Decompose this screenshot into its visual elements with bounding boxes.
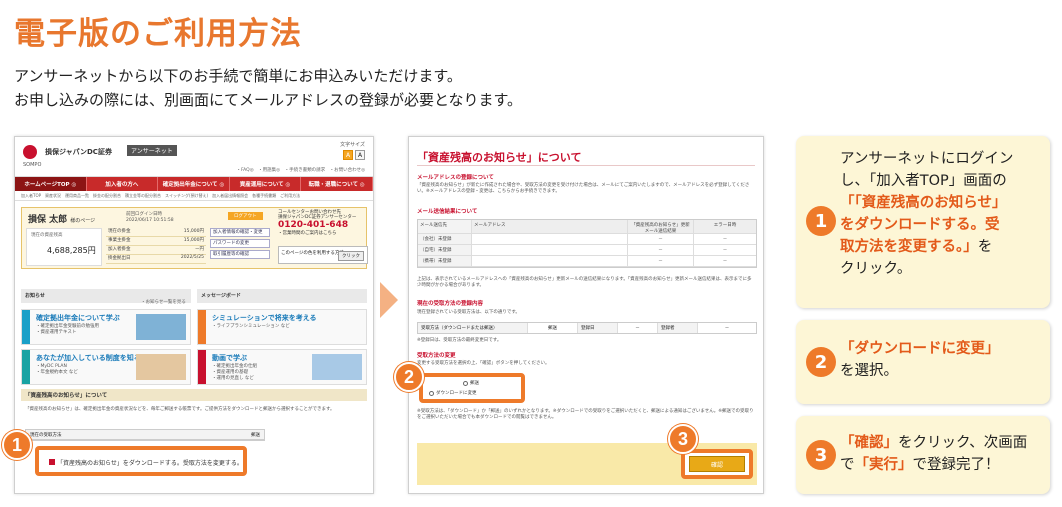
nav-job-change[interactable]: 転職・退職について ◎: [301, 177, 373, 191]
step-text: アンサーネットにログイン し、「加入者TOP」画面の 「「資産残高のお知らせ」 …: [840, 151, 1014, 277]
card-plan[interactable]: あなたが加入している制度を知る ・MyDC PLAN ・年金規約本文 など: [21, 349, 191, 385]
asset-value: 4,688,285円: [47, 246, 96, 255]
member-info-button[interactable]: 加入者情報の確認・変更: [210, 228, 270, 237]
top-links[interactable]: ・FAQ◎ ・用語集◎ ・手続き書類の請求 ・お問い合わせ◎: [237, 167, 366, 173]
title-divider: [417, 165, 755, 166]
table-row: 現在の受取方法 郵送: [26, 430, 264, 440]
call-center: コールセンターお問い合わせ先 損保ジャパンDC証券アンサーセンター 0120-4…: [278, 210, 368, 236]
mobile-click-button[interactable]: クリック: [338, 251, 364, 261]
bullet-icon: [49, 459, 55, 465]
mail-text: 「資産残高のお知らせ」が新たに作成された場合や、受取方法の変更を受け付けた場合は…: [417, 183, 750, 194]
brand-name: 損保ジャパンDC証券: [45, 148, 112, 156]
result-text: 上記は、表示されているメールアドレスへの「資産残高のお知らせ」更新メールの送信結…: [417, 277, 752, 288]
step-number: 3: [806, 440, 836, 470]
download-change-link[interactable]: 「資産残高のお知らせ」をダウンロードする。受取方法を変更する。: [49, 458, 243, 467]
step-badge-1: 1: [2, 430, 32, 460]
contribution-table: 現在の掛金 15,000円 事業主掛金 15,000円 加入者掛金 ー円 掛金拠出日 2…: [106, 228, 206, 264]
change-text: 変更する受取方法を選択の上、「確認」ボタンを押してください。: [417, 361, 550, 366]
intro-line-2: お申し込みの際には、別画面にてメールアドレスの登録が必要となります。: [14, 91, 523, 109]
step-text: 「ダウンロードに変更」 を選択。: [840, 341, 1000, 379]
notice-body: 「資産残高のお知らせ」は、確定拠出年金の資産状況などを、毎年ご郵送する帳票です。…: [25, 407, 335, 412]
sompo-logo-icon: [23, 145, 37, 159]
radio-highlight: 郵送 ダウンロードに変更: [419, 373, 525, 403]
font-size-label: 文字サイズ: [340, 142, 365, 148]
card-learn[interactable]: 確定拠出年金について学ぶ ・確定拠出年金受験前の勉強用 ・資産運用テキスト: [21, 309, 191, 345]
step-number: 2: [806, 347, 836, 377]
logout-button[interactable]: ログアウト: [228, 212, 263, 220]
nav-home[interactable]: ホームページTOP ◎: [15, 177, 87, 191]
font-size-buttons: A A: [343, 150, 365, 160]
hours-link[interactable]: ・営業時間のご案内はこちら: [278, 231, 368, 236]
current-heading: 現在の受取方法の登録内容: [417, 301, 484, 307]
card-video[interactable]: 動画で学ぶ ・確定拠出年金の仕組 ・資産運用の基礎 ・運用の見直し など: [197, 349, 367, 385]
card-thumbnail: [136, 314, 186, 340]
table-row: （会社）未登録－－: [418, 234, 756, 245]
font-small-button[interactable]: A: [343, 150, 353, 160]
confirm-button[interactable]: 確認: [689, 456, 745, 472]
next-arrow-icon: [380, 282, 398, 318]
video-thumbnail: [312, 354, 362, 380]
section-heads: お知らせ メッセージボード: [21, 289, 367, 303]
radio-download[interactable]: ダウンロードに変更: [429, 390, 477, 396]
step-text: 「確認」をクリック、次画面 で「実行」で登録完了！: [840, 435, 1028, 473]
current-method-row: 受取方法（ダウンロードまたは郵送） 郵送 登録日 － 登録者 －: [417, 322, 757, 334]
screenshot-member-top: SOMPO 損保ジャパンDC証券 アンサーネット 文字サイズ A A ・FAQ◎…: [14, 136, 374, 494]
message-heading: メッセージボード: [197, 289, 367, 303]
phone-number: 0120-401-648: [278, 220, 349, 230]
password-button[interactable]: パスワードの変更: [210, 239, 270, 248]
answer-net-badge: アンサーネット: [127, 145, 177, 156]
side-buttons: 加入者情報の確認・変更 パスワードの変更 取引履歴等の確認: [210, 228, 270, 261]
radio-mail[interactable]: 郵送: [429, 380, 479, 386]
font-large-button[interactable]: A: [355, 150, 365, 160]
mail-heading: メールアドレスの登録について: [417, 175, 494, 181]
mobile-box: このページの色を利用する方法 クリック: [278, 246, 368, 264]
notes-text: ※受取方法は、「ダウンロード」か「郵送」のいずれかとなります。※ダウンロードでの…: [417, 409, 754, 420]
step-card-3: 3 「確認」をクリック、次画面 で「実行」で登録完了！: [796, 416, 1050, 494]
method-table: 現在の受取方法 郵送: [25, 429, 265, 441]
asset-box: 現在の資産残高 4,688,285円: [26, 228, 102, 266]
change-heading: 受取方法の変更: [417, 353, 456, 359]
nav-dc[interactable]: 確定拠出年金について ◎: [158, 177, 230, 191]
card-simulation[interactable]: シミュレーションで将来を考える ・ライフプランシミュレーション など: [197, 309, 367, 345]
result-heading: メール送信結果について: [417, 209, 478, 215]
notice-heading: 「資産残高のお知らせ」について: [21, 389, 367, 401]
step-badge-2: 2: [394, 362, 424, 392]
download-link-highlight[interactable]: 「資産残高のお知らせ」をダウンロードする。受取方法を変更する。: [35, 446, 247, 476]
more-news-link[interactable]: ・お知らせ一覧を見る: [141, 299, 186, 305]
table-row: 加入者掛金 ー円: [106, 246, 206, 255]
step-card-1: 1 アンサーネットにログイン し、「加入者TOP」画面の 「「資産残高のお知らせ…: [796, 136, 1050, 308]
step-card-2: 2 「ダウンロードに変更」 を選択。: [796, 320, 1050, 404]
main-nav: ホームページTOP ◎ 加入者の方へ 確定拠出年金について ◎ 資産運用について…: [15, 177, 373, 191]
page-title: 電子版のご利用方法: [14, 16, 302, 52]
notice-title: 「資産残高のお知らせ」について: [417, 151, 582, 164]
sub-nav[interactable]: 加入者TOP 資産状況 運用商品一覧 掛金の配分割合 積立金等の配分割合 スイッ…: [15, 191, 373, 201]
user-name: 損保 太郎 様のページ: [28, 215, 96, 225]
screen1-header: SOMPO 損保ジャパンDC証券 アンサーネット 文字サイズ A A ・FAQ◎…: [15, 137, 373, 177]
current-text: 現在登録されている受取方法は、以下の通りです。: [417, 310, 520, 315]
table-row: 現在の掛金 15,000円: [106, 228, 206, 237]
nav-asset[interactable]: 資産運用について ◎: [230, 177, 302, 191]
step-number: 1: [806, 206, 836, 236]
history-button[interactable]: 取引履歴等の確認: [210, 250, 270, 259]
mail-result-table: メール送信先 メールアドレス 「資産残高のお知らせ」更新メール送信結果 エラー日…: [417, 219, 757, 268]
nav-members[interactable]: 加入者の方へ: [87, 177, 159, 191]
last-login: 前回ログイン日時 2022/06/17 10:51:58: [126, 212, 174, 223]
table-row: 事業主掛金 15,000円: [106, 237, 206, 246]
radio-icon: [463, 380, 468, 386]
confirm-highlight: 確認: [681, 449, 753, 479]
step-badge-3: 3: [668, 424, 698, 454]
user-panel: 損保 太郎 様のページ 前回ログイン日時 2022/06/17 10:51:58…: [21, 207, 368, 269]
intro-text: アンサーネットから以下のお手続で簡単にお申込みいただけます。 お申し込みの際には…: [14, 64, 522, 112]
screenshot-notice-settings: 「資産残高のお知らせ」について メールアドレスの登録について 「資産残高のお知ら…: [408, 136, 764, 494]
table-row: （携帯）未登録－－: [418, 256, 756, 267]
card-thumbnail: [136, 354, 186, 380]
current-note: ※登録日は、受取方法の最終変更日です。: [417, 338, 502, 343]
table-row: 掛金拠出日 2022/5/25: [106, 255, 206, 264]
logo-sub: SOMPO: [23, 162, 42, 168]
table-row: （自宅）未登録－－: [418, 245, 756, 256]
intro-line-1: アンサーネットから以下のお手続で簡単にお申込みいただけます。: [14, 67, 462, 85]
table-header: メール送信先 メールアドレス 「資産残高のお知らせ」更新メール送信結果 エラー日…: [418, 220, 756, 234]
radio-icon: [429, 390, 434, 396]
